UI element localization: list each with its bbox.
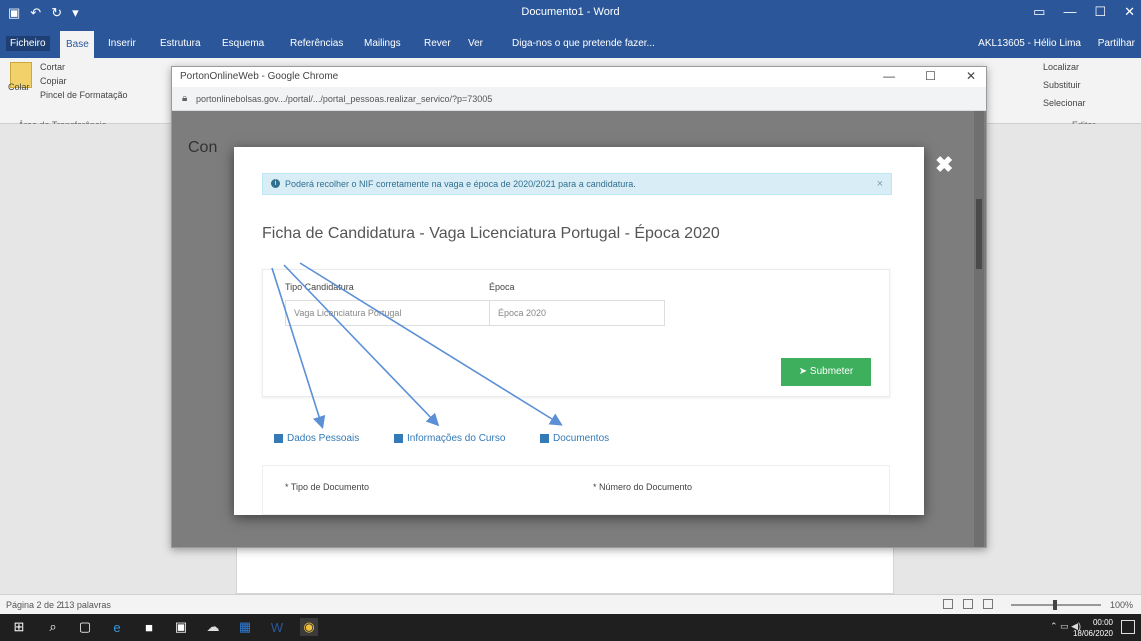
doc-number-label: * Número do Documento [593,482,693,492]
tab-label: Documentos [553,433,610,444]
clock-time: 00:00 [1092,618,1113,627]
tab-design[interactable]: Estrutura [160,38,201,49]
read-mode-icon[interactable] [943,599,953,609]
task-view-icon[interactable]: ▢ [76,618,94,636]
maximize-icon[interactable]: ☐ [1094,4,1106,20]
outlook-icon[interactable]: ▦ [236,618,254,636]
tab-view[interactable]: Ver [468,38,483,49]
tab-mailings[interactable]: Mailings [364,38,401,49]
share-button[interactable]: Partilhar [1098,38,1135,49]
info-alert: i Poderá recolher o NIF corretamente na … [262,173,892,195]
word-ribbon-tabs: Ficheiro Base Inserir Estrutura Esquema … [0,26,1141,58]
word-app-icon[interactable]: W [268,618,286,636]
tab-references[interactable]: Referências [290,38,343,49]
tell-me-search[interactable]: Diga-nos o que pretende fazer... [512,38,655,49]
folder-icon[interactable]: ■ [140,618,158,636]
web-layout-icon[interactable] [983,599,993,609]
user-icon [540,434,549,443]
chrome-close-icon[interactable]: ✕ [966,69,976,83]
taskbar: ⊞ ⌕ ▢ e ■ ▣ ☁ ▦ W ◉ ⌃ ▭ ◀) 00:00 18/06/2… [0,614,1141,641]
epoca-label: Época [489,282,515,292]
chrome-titlebar: PortonOnlineWeb - Google Chrome — ☐ ✕ [172,67,986,87]
clock-date: 18/06/2020 [1072,629,1113,638]
chrome-maximize-icon[interactable]: ☐ [925,69,936,83]
application-panel: Tipo Candidatura Vaga Licenciatura Portu… [262,269,890,397]
send-icon: ➤ [798,366,810,377]
submit-label: Submeter [809,366,854,377]
replace-button[interactable]: Substituir [1043,80,1081,90]
word-count[interactable]: 113 palavras [60,600,111,610]
notification-icon[interactable] [1121,620,1135,634]
alert-message: Poderá recolher o NIF corretamente na va… [285,179,636,189]
select-button[interactable]: Selecionar [1043,98,1086,108]
word-window-title: Documento1 - Word [521,6,620,18]
chrome-app-icon[interactable]: ◉ [300,618,318,636]
tipo-label: Tipo Candidatura [285,282,354,292]
search-icon[interactable]: ⌕ [44,618,62,636]
lock-icon: 🔒︎ [182,93,188,104]
start-icon[interactable]: ⊞ [10,618,28,636]
tab-informacoes-curso[interactable]: Informações do Curso [394,433,505,444]
store-icon[interactable]: ▣ [172,618,190,636]
alert-close-icon[interactable]: × [877,178,883,190]
url-text[interactable]: portonlinebolsas.gov.../portal/.../porta… [196,94,492,104]
address-bar[interactable]: 🔒︎ portonlinebolsas.gov.../portal/.../po… [172,87,986,111]
epoca-field[interactable]: Época 2020 [489,300,665,326]
chrome-window-controls: — ☐ ✕ [883,69,976,83]
id-card-icon [274,434,283,443]
tab-dados-pessoais[interactable]: Dados Pessoais [274,433,360,446]
word-titlebar: ▣ ↶ ↻ ▾ Documento1 - Word ▭ — ☐ ✕ [0,0,1141,26]
scrollbar-thumb[interactable] [976,199,982,269]
clock[interactable]: 00:00 18/06/2020 [1073,617,1113,639]
book-icon [394,434,403,443]
background-heading: Con [188,139,218,156]
info-icon: i [271,179,280,188]
zoom-level[interactable]: 100% [1110,600,1133,610]
network-app-icon[interactable]: ☁ [204,618,222,636]
account-name[interactable]: AKL13605 - Hélio Lima [978,38,1081,49]
form-tabs: Dados Pessoais Informações do Curso Docu… [262,425,890,455]
close-icon[interactable]: ✕ [1124,4,1135,20]
copy-button[interactable]: Copiar [40,76,67,86]
view-buttons [943,599,993,609]
find-button[interactable]: Localizar [1043,62,1079,72]
word-status-bar: Página 2 de 2 113 palavras 100% [0,594,1141,614]
chrome-window-title: PortonOnlineWeb - Google Chrome [180,71,339,82]
tab-layout[interactable]: Esquema [222,38,264,49]
submit-button[interactable]: ➤ Submeter [781,358,871,386]
tab-insert[interactable]: Inserir [108,38,136,49]
tab-file[interactable]: Ficheiro [6,36,50,51]
tab-review[interactable]: Rever [424,38,451,49]
scrollbar[interactable] [974,111,984,547]
chrome-minimize-icon[interactable]: — [883,69,895,83]
word-window-controls: ▭ — ☐ ✕ [1033,4,1135,20]
modal-title: Ficha de Candidatura - Vaga Licenciatura… [262,225,720,242]
format-painter-button[interactable]: Pincel de Formatação [40,90,128,100]
modal-close-icon[interactable]: ✖ [935,152,953,178]
zoom-slider-thumb[interactable] [1053,600,1057,610]
doc-type-label: * Tipo de Documento [285,482,370,492]
cut-button[interactable]: Cortar [40,62,65,72]
tab-home[interactable]: Base [60,31,94,58]
print-layout-icon[interactable] [963,599,973,609]
tipo-candidatura-field[interactable]: Vaga Licenciatura Portugal [285,300,491,326]
tab-label: Dados Pessoais [287,433,360,444]
paste-button[interactable]: Colar [8,82,30,92]
tab-content: * Tipo de Documento * Número do Document… [262,465,890,515]
tab-documentos[interactable]: Documentos [540,433,609,444]
page-count[interactable]: Página 2 de 2 [6,600,62,610]
ribbon-display-icon[interactable]: ▭ [1033,4,1045,20]
tab-label: Informações do Curso [407,433,506,444]
minimize-icon[interactable]: — [1063,4,1076,20]
edge-icon[interactable]: e [108,618,126,636]
application-modal: i Poderá recolher o NIF corretamente na … [234,147,924,515]
